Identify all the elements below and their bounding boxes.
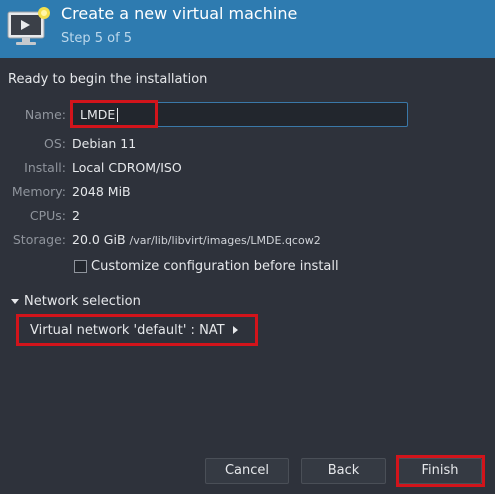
storage-path: /var/lib/libvirt/images/LMDE.qcow2 xyxy=(129,234,321,247)
customize-config-checkbox[interactable] xyxy=(74,259,87,273)
finish-button[interactable]: Finish xyxy=(398,458,482,484)
memory-value: 2048 MiB xyxy=(72,184,131,199)
wizard-step-indicator: Step 5 of 5 xyxy=(61,31,133,46)
wizard-title: Create a new virtual machine xyxy=(61,4,298,23)
cancel-button[interactable]: Cancel xyxy=(205,458,289,484)
back-button[interactable]: Back xyxy=(301,458,386,484)
os-label: OS: xyxy=(44,136,66,151)
customize-config-label[interactable]: Customize configuration before install xyxy=(91,259,339,274)
text-caret xyxy=(117,108,118,122)
storage-label: Storage: xyxy=(12,232,66,247)
ready-heading: Ready to begin the installation xyxy=(8,72,208,87)
vm-name-input[interactable]: LMDE xyxy=(70,102,408,127)
install-label: Install: xyxy=(24,160,66,175)
network-selection-expander[interactable]: Network selection xyxy=(11,292,141,310)
name-label: Name: xyxy=(24,107,66,122)
network-selection-value: Virtual network 'default' : NAT xyxy=(30,322,225,338)
install-value: Local CDROM/ISO xyxy=(72,160,182,175)
memory-label: Memory: xyxy=(11,184,66,199)
storage-value: 20.0 GiB /var/lib/libvirt/images/LMDE.qc… xyxy=(72,232,321,247)
monitor-with-star-icon xyxy=(7,7,50,45)
os-value: Debian 11 xyxy=(72,136,137,151)
wizard-header: Create a new virtual machine Step 5 of 5 xyxy=(0,0,495,58)
network-selection-label: Network selection xyxy=(24,293,141,309)
network-selection-dropdown[interactable]: Virtual network 'default' : NAT xyxy=(20,318,248,342)
cpus-label: CPUs: xyxy=(29,208,66,223)
cpus-value: 2 xyxy=(72,208,80,223)
storage-size: 20.0 GiB xyxy=(72,232,126,247)
chevron-right-icon xyxy=(232,326,238,334)
vm-name-value: LMDE xyxy=(80,107,116,122)
customize-config-checkbox-row[interactable]: Customize configuration before install xyxy=(74,257,339,275)
new-vm-wizard-window: Create a new virtual machine Step 5 of 5… xyxy=(0,0,495,494)
expander-down-arrow-icon xyxy=(11,298,19,304)
